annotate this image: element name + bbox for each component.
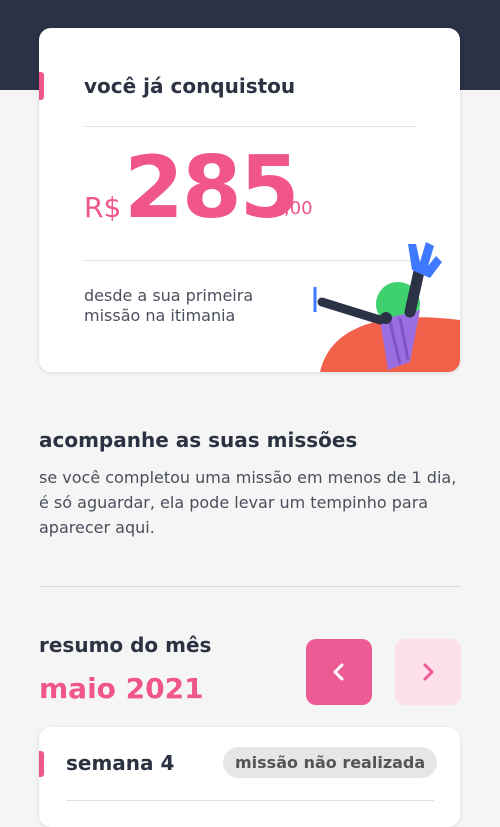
status-badge: missão não realizada <box>223 747 438 778</box>
missions-section-title: acompanhe as suas missões <box>39 428 358 452</box>
week-card[interactable]: semana 4 missão não realizada <box>39 727 460 827</box>
week-title: semana 4 <box>66 751 175 775</box>
next-month-button[interactable] <box>395 639 461 705</box>
celebration-illustration <box>313 242 460 372</box>
divider <box>84 126 416 127</box>
divider <box>66 800 434 801</box>
currency-symbol: R$ <box>84 191 122 224</box>
month-summary-label: resumo do mês <box>39 633 212 657</box>
earnings-subtitle: desde a sua primeira missão na itimania <box>84 286 254 325</box>
chevron-left-icon <box>333 663 344 681</box>
current-month: maio 2021 <box>39 672 204 705</box>
earnings-card: você já conquistou R$ 285 ,00 desde a su… <box>39 28 460 372</box>
earnings-title: você já conquistou <box>84 74 296 98</box>
week-accent-bar <box>39 751 44 777</box>
previous-month-button[interactable] <box>306 639 372 705</box>
amount-integer: 285 <box>124 138 300 238</box>
missions-section-description: se você completou uma missão em menos de… <box>39 468 457 537</box>
chevron-right-icon <box>423 663 434 681</box>
card-accent-bar <box>39 72 44 100</box>
amount-decimal: ,00 <box>284 198 313 219</box>
section-divider <box>39 586 461 587</box>
